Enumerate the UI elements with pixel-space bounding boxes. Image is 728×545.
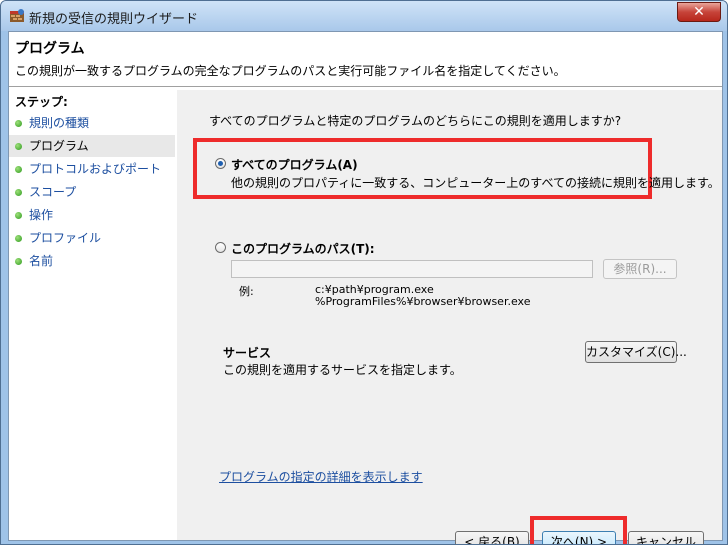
sidebar-item-protocol-port[interactable]: プロトコルおよびポート: [9, 158, 175, 180]
program-path-radio[interactable]: [215, 242, 226, 253]
sidebar-item-name[interactable]: 名前: [9, 250, 175, 272]
browse-button[interactable]: 参照(R)...: [603, 259, 677, 279]
program-details-link[interactable]: プログラムの指定の詳細を表示します: [219, 468, 423, 485]
sidebar-item-program[interactable]: プログラム: [9, 135, 175, 157]
wizard-window: 新規の受信の規則ウイザード ✕ プログラム この規則が一致するプログラムの完全な…: [0, 0, 728, 545]
sidebar-item-label: プロファイル: [29, 231, 102, 245]
header-divider: [9, 86, 722, 87]
wizard-header: プログラム この規則が一致するプログラムの完全なプログラムのパスと実行可能ファイ…: [9, 32, 722, 84]
steps-sidebar: ステップ: 規則の種類 プログラム プロトコルおよびポート スコープ 操作 プロ…: [9, 90, 178, 540]
all-programs-label[interactable]: すべてのプログラム(A): [231, 156, 358, 173]
steps-heading: ステップ:: [15, 95, 68, 109]
firewall-icon: [10, 9, 24, 22]
sidebar-item-label: プロトコルおよびポート: [29, 162, 162, 176]
sidebar-item-profile[interactable]: プロファイル: [9, 227, 175, 249]
all-programs-description: 他の規則のプロパティに一致する、コンピューター上のすべての接続に規則を適用します…: [231, 176, 720, 190]
step-bullet-icon: [15, 166, 22, 173]
back-button[interactable]: < 戻る(B): [455, 531, 529, 544]
wizard-client-area: プログラム この規則が一致するプログラムの完全なプログラムのパスと実行可能ファイ…: [8, 31, 723, 544]
sidebar-item-scope[interactable]: スコープ: [9, 181, 175, 203]
step-bullet-icon: [15, 258, 22, 265]
sidebar-item-action[interactable]: 操作: [9, 204, 175, 226]
sidebar-item-label: 規則の種類: [29, 116, 90, 130]
sidebar-item-label: 操作: [29, 208, 54, 222]
cancel-button[interactable]: キャンセル: [628, 531, 704, 544]
question-text: すべてのプログラムと特定のプログラムのどちらにこの規則を適用しますか?: [209, 114, 622, 128]
customize-button[interactable]: カスタマイズ(C)...: [585, 341, 687, 363]
step-bullet-icon: [15, 235, 22, 242]
program-path-input[interactable]: [231, 260, 593, 278]
services-title: サービス: [223, 346, 272, 360]
step-bullet-icon: [15, 143, 22, 150]
step-bullet-icon: [15, 120, 22, 127]
step-bullet-icon: [15, 189, 22, 196]
wizard-main-panel: すべてのプログラムと特定のプログラムのどちらにこの規則を適用しますか? すべての…: [177, 90, 722, 544]
program-path-label[interactable]: このプログラムのパス(T):: [231, 240, 375, 257]
page-title: プログラム: [15, 41, 85, 57]
page-description: この規則が一致するプログラムの完全なプログラムのパスと実行可能ファイル名を指定し…: [15, 64, 566, 78]
sidebar-item-label: スコープ: [29, 185, 77, 199]
sidebar-item-label: 名前: [29, 254, 54, 268]
sidebar-item-label: プログラム: [29, 139, 89, 153]
close-icon: ✕: [693, 4, 705, 20]
close-button[interactable]: ✕: [677, 2, 721, 22]
example-label: 例:: [239, 285, 254, 298]
step-bullet-icon: [15, 212, 22, 219]
all-programs-radio[interactable]: [215, 158, 226, 169]
window-title: 新規の受信の規則ウイザード: [29, 12, 199, 27]
title-bar[interactable]: 新規の受信の規則ウイザード ✕: [1, 1, 727, 31]
next-button[interactable]: 次へ(N) >: [542, 531, 616, 544]
sidebar-item-rule-type[interactable]: 規則の種類: [9, 112, 175, 134]
services-description: この規則を適用するサービスを指定します。: [223, 363, 462, 377]
example-path-2: %ProgramFiles%¥browser¥browser.exe: [315, 295, 531, 308]
